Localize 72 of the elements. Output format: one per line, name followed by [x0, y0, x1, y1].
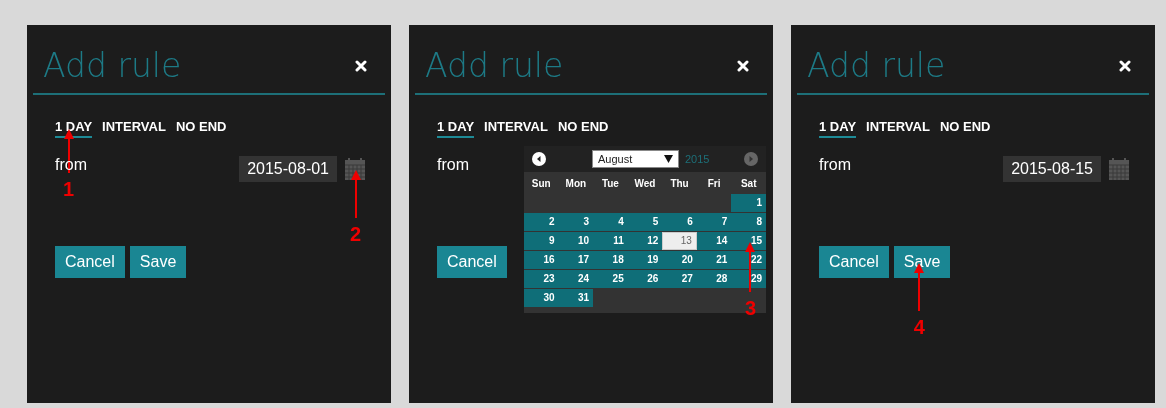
calendar-icon[interactable] — [345, 158, 365, 180]
dialog-title: Add rule — [807, 46, 946, 86]
month-select[interactable]: August — [592, 150, 679, 168]
date-field[interactable]: 2015-08-15 — [1003, 156, 1101, 182]
calendar-day[interactable]: 5 — [627, 213, 663, 231]
annotation-number: 4 — [913, 317, 925, 337]
dropdown-caret-icon — [664, 155, 673, 163]
calendar-day[interactable]: 11 — [593, 232, 628, 250]
weekday-header: Tue — [600, 177, 620, 191]
tab[interactable]: 1 DAY — [437, 119, 475, 138]
close-icon[interactable] — [355, 60, 367, 72]
calendar-day[interactable]: 17 — [558, 251, 594, 269]
calendar-day[interactable]: 22 — [731, 251, 766, 269]
annotation-number: 2 — [350, 224, 362, 244]
weekday-header: Mon — [564, 177, 588, 191]
from-label: from — [819, 156, 851, 174]
calendar-day[interactable]: 14 — [696, 232, 732, 250]
tab[interactable]: 1 DAY — [819, 119, 857, 138]
date-field[interactable]: 2015-08-01 — [239, 156, 337, 182]
calendar-day[interactable]: 7 — [696, 213, 732, 231]
calendar-day[interactable]: 15 — [731, 232, 766, 250]
calendar-day[interactable]: 28 — [696, 270, 732, 288]
calendar-day[interactable]: 10 — [558, 232, 594, 250]
annotation-number: 1 — [63, 179, 75, 199]
weekday-header: Thu — [669, 177, 690, 191]
annotation-arrow — [350, 170, 361, 218]
calendar-day[interactable]: 16 — [524, 251, 559, 269]
calendar-day[interactable]: 19 — [627, 251, 663, 269]
calendar-day[interactable]: 31 — [558, 289, 594, 307]
dialog-title: Add rule — [425, 46, 564, 86]
tab[interactable]: NO END — [557, 119, 609, 138]
from-label: from — [437, 156, 469, 174]
weekday-header: Fri — [706, 177, 722, 191]
weekday-header: Sat — [739, 177, 758, 191]
calendar-day[interactable]: 20 — [662, 251, 697, 269]
year-label: 2015 — [685, 153, 710, 165]
previous-month-icon[interactable] — [532, 152, 546, 166]
dialog-title: Add rule — [43, 46, 182, 86]
calendar-day[interactable]: 8 — [731, 213, 766, 231]
dialog-button[interactable]: Save — [129, 246, 187, 278]
calendar-day[interactable]: 6 — [662, 213, 697, 231]
calendar-day[interactable]: 1 — [731, 194, 766, 212]
tab[interactable]: INTERVAL — [484, 119, 548, 138]
next-month-icon[interactable] — [744, 152, 758, 166]
calendar-day[interactable]: 23 — [524, 270, 559, 288]
dialog-button[interactable]: Cancel — [437, 246, 507, 278]
calendar-day[interactable]: 3 — [558, 213, 594, 231]
calendar-day[interactable]: 13 — [662, 232, 697, 250]
calendar-day[interactable]: 24 — [558, 270, 594, 288]
dialog-button[interactable]: Save — [893, 246, 951, 278]
calendar-day[interactable]: 2 — [524, 213, 559, 231]
tab[interactable]: INTERVAL — [866, 119, 930, 138]
calendar-day[interactable]: 27 — [662, 270, 697, 288]
calendar-day[interactable]: 9 — [524, 232, 559, 250]
close-icon[interactable] — [1119, 60, 1131, 72]
calendar-day[interactable]: 30 — [524, 289, 559, 307]
tab[interactable]: NO END — [175, 119, 227, 138]
weekday-header: Sun — [530, 177, 552, 191]
calendar-day[interactable]: 29 — [731, 270, 766, 288]
calendar-day[interactable]: 26 — [627, 270, 663, 288]
tab[interactable]: NO END — [939, 119, 991, 138]
close-icon[interactable] — [737, 60, 749, 72]
dialog-button[interactable]: Cancel — [819, 246, 889, 278]
weekday-header: Wed — [633, 177, 657, 191]
calendar-day[interactable]: 4 — [593, 213, 628, 231]
annotation-number: 3 — [744, 298, 756, 318]
dialog-button[interactable]: Cancel — [55, 246, 125, 278]
calendar-day[interactable]: 25 — [593, 270, 628, 288]
calendar-day[interactable]: 12 — [627, 232, 663, 250]
tab[interactable]: INTERVAL — [102, 119, 166, 138]
calendar-day[interactable]: 18 — [593, 251, 628, 269]
calendar-day[interactable]: 21 — [696, 251, 732, 269]
